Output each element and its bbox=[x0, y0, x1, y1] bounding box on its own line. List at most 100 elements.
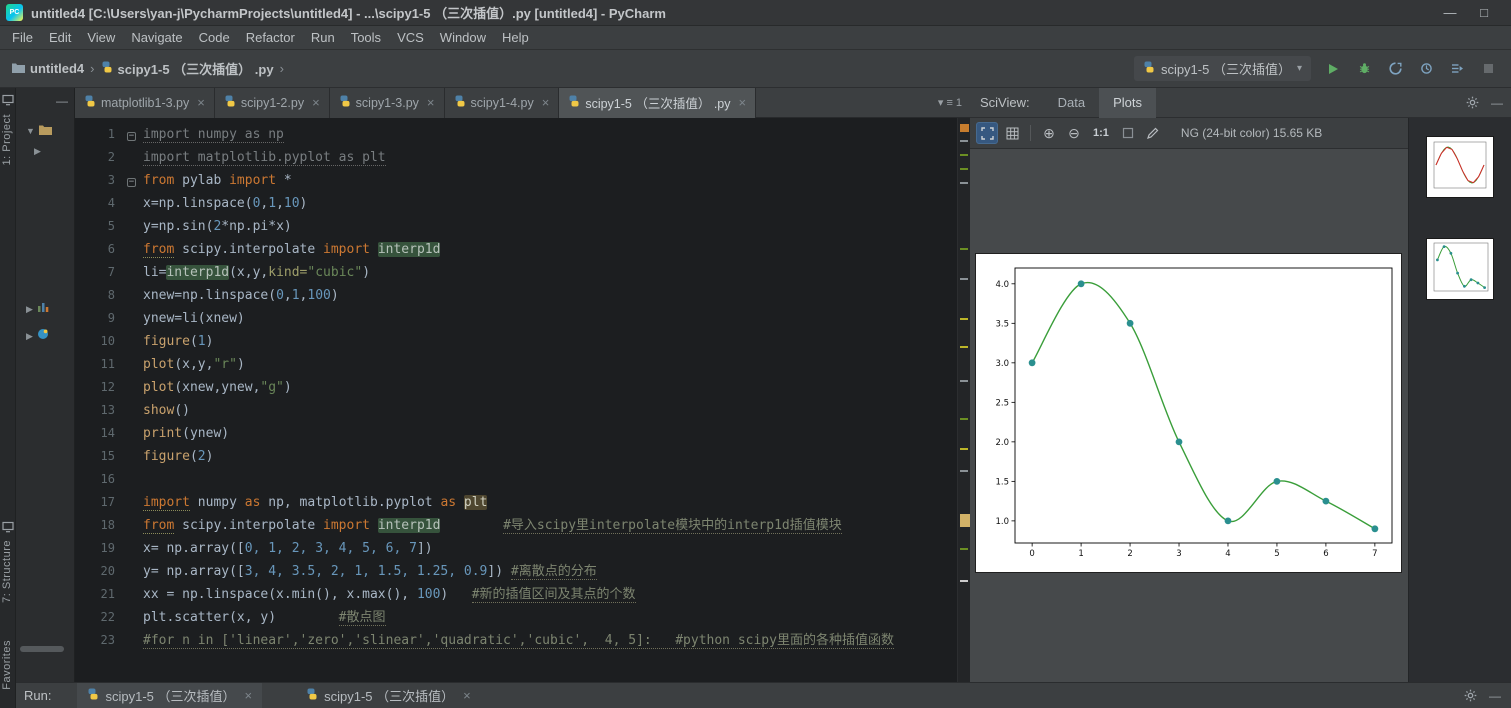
code-line[interactable]: 18from scipy.interpolate import interp1d… bbox=[75, 514, 957, 537]
scratches-node[interactable]: ▶ bbox=[26, 327, 49, 345]
code-line[interactable]: 8xnew=np.linspace(0,1,100) bbox=[75, 284, 957, 307]
close-icon[interactable]: × bbox=[245, 688, 253, 703]
toolwindow-favorites-label[interactable]: Favorites bbox=[1, 640, 15, 690]
code-line[interactable]: 4x=np.linspace(0,1,10) bbox=[75, 192, 957, 215]
code-line[interactable]: 2import matplotlib.pyplot as plt bbox=[75, 146, 957, 169]
fold-marker[interactable]: − bbox=[127, 178, 136, 187]
code-line[interactable]: 20y= np.array([3, 4, 3.5, 2, 1, 1.5, 1.2… bbox=[75, 560, 957, 583]
close-icon[interactable]: × bbox=[739, 95, 747, 110]
code-line[interactable]: 1−import numpy as np bbox=[75, 123, 957, 146]
code-line[interactable]: 9ynew=li(xnew) bbox=[75, 307, 957, 330]
thumbnail-figure-2[interactable] bbox=[1426, 238, 1494, 300]
editor-tab[interactable]: scipy1-2.py× bbox=[215, 88, 330, 118]
close-icon[interactable]: × bbox=[427, 95, 435, 110]
transparency-checker-button[interactable] bbox=[1117, 122, 1139, 144]
menu-item-vcs[interactable]: VCS bbox=[389, 28, 432, 47]
code-line[interactable]: 5y=np.sin(2*np.pi*x) bbox=[75, 215, 957, 238]
code-line[interactable]: 11plot(x,y,"r") bbox=[75, 353, 957, 376]
grid-view-button[interactable] bbox=[1001, 122, 1023, 144]
menu-item-file[interactable]: File bbox=[4, 28, 41, 47]
code-line[interactable]: 13show() bbox=[75, 399, 957, 422]
error-stripe[interactable] bbox=[957, 118, 970, 682]
code-editor[interactable]: 1−import numpy as np2import matplotlib.p… bbox=[75, 118, 970, 682]
maximize-button[interactable]: □ bbox=[1467, 5, 1501, 20]
zoom-out-button[interactable]: ⊖ bbox=[1063, 122, 1085, 144]
hidden-tabs-dropdown[interactable]: ▾ ≡ 1 bbox=[938, 96, 962, 109]
matplotlib-figure[interactable]: 012345671.01.52.02.53.03.54.0 bbox=[975, 253, 1402, 573]
coverage-button[interactable] bbox=[1386, 60, 1404, 78]
code-line[interactable]: 16 bbox=[75, 468, 957, 491]
menu-item-navigate[interactable]: Navigate bbox=[123, 28, 190, 47]
chevron-collapsed-icon[interactable]: ▶ bbox=[26, 331, 33, 342]
structure-toolwindow-icon[interactable] bbox=[2, 520, 14, 532]
menu-item-help[interactable]: Help bbox=[494, 28, 537, 47]
code-line[interactable]: 23#for n in ['linear','zero','slinear','… bbox=[75, 629, 957, 652]
zoom-in-button[interactable]: ⊕ bbox=[1038, 122, 1060, 144]
svg-text:2.0: 2.0 bbox=[995, 438, 1009, 448]
code-line[interactable]: 19x= np.array([0, 1, 2, 3, 4, 5, 6, 7]) bbox=[75, 537, 957, 560]
zoom-actual-size-button[interactable]: 1:1 bbox=[1093, 127, 1109, 139]
sciview-hide-button[interactable]: — bbox=[1491, 96, 1503, 110]
project-toolwindow-icon[interactable] bbox=[2, 93, 14, 105]
menu-item-tools[interactable]: Tools bbox=[343, 28, 389, 47]
chevron-collapsed-icon[interactable]: ▶ bbox=[26, 304, 33, 315]
code-line[interactable]: 14print(ynew) bbox=[75, 422, 957, 445]
run-tab[interactable]: scipy1-5 （三次插值）× bbox=[77, 683, 262, 708]
chevron-collapsed-icon[interactable]: ▶ bbox=[34, 146, 41, 157]
editor-tab[interactable]: scipy1-5 （三次插值） .py× bbox=[559, 88, 756, 118]
editor-tab[interactable]: scipy1-3.py× bbox=[330, 88, 445, 118]
menu-item-view[interactable]: View bbox=[79, 28, 123, 47]
code-line[interactable]: 15figure(2) bbox=[75, 445, 957, 468]
close-icon[interactable]: × bbox=[542, 95, 550, 110]
code-area[interactable]: 1−import numpy as np2import matplotlib.p… bbox=[75, 118, 957, 682]
run-tab[interactable]: scipy1-5 （三次插值）× bbox=[296, 683, 481, 708]
hide-project-panel-button[interactable]: — bbox=[56, 94, 68, 108]
breadcrumb-item[interactable]: scipy1-5 （三次插值） .py bbox=[101, 59, 274, 78]
project-child-node[interactable]: ▶ bbox=[34, 146, 41, 157]
debug-button[interactable] bbox=[1355, 60, 1373, 78]
menu-item-edit[interactable]: Edit bbox=[41, 28, 79, 47]
run-button[interactable] bbox=[1324, 60, 1342, 78]
code-line[interactable]: 21xx = np.linspace(x.min(), x.max(), 100… bbox=[75, 583, 957, 606]
edit-externally-button[interactable] bbox=[1142, 122, 1164, 144]
menu-item-code[interactable]: Code bbox=[191, 28, 238, 47]
thumbnail-figure-1[interactable] bbox=[1426, 136, 1494, 198]
run-panel-hide-button[interactable]: — bbox=[1489, 689, 1501, 703]
breadcrumb-item[interactable]: untitled4 bbox=[12, 60, 84, 78]
run-settings-gear-icon[interactable] bbox=[1464, 689, 1477, 702]
sciview-tab-plots[interactable]: Plots bbox=[1099, 88, 1156, 118]
profiler-button[interactable] bbox=[1417, 60, 1435, 78]
menu-item-window[interactable]: Window bbox=[432, 28, 494, 47]
toolwindow-structure-label[interactable]: 7: Structure bbox=[1, 540, 15, 603]
toolwindow-project-label[interactable]: 1: Project bbox=[1, 114, 15, 165]
project-folder-icon bbox=[39, 122, 52, 140]
menu-item-run[interactable]: Run bbox=[303, 28, 343, 47]
close-icon[interactable]: × bbox=[197, 95, 205, 110]
python-file-icon bbox=[224, 95, 236, 110]
fold-marker[interactable]: − bbox=[127, 132, 136, 141]
sciview-settings-gear-icon[interactable] bbox=[1466, 96, 1479, 109]
chevron-expanded-icon[interactable]: ▼ bbox=[26, 126, 35, 136]
menu-item-refactor[interactable]: Refactor bbox=[238, 28, 303, 47]
code-line[interactable]: 22plt.scatter(x, y) #散点图 bbox=[75, 606, 957, 629]
code-line[interactable]: 7li=interp1d(x,y,kind="cubic") bbox=[75, 261, 957, 284]
fit-to-window-button[interactable] bbox=[976, 122, 998, 144]
project-panel-scrollbar[interactable] bbox=[20, 646, 64, 652]
code-line[interactable]: 6from scipy.interpolate import interp1d bbox=[75, 238, 957, 261]
code-line[interactable]: 10figure(1) bbox=[75, 330, 957, 353]
close-icon[interactable]: × bbox=[312, 95, 320, 110]
editor-tab[interactable]: matplotlib1-3.py× bbox=[75, 88, 215, 118]
concurrency-diagram-button[interactable] bbox=[1448, 60, 1466, 78]
svg-text:4.0: 4.0 bbox=[995, 280, 1009, 290]
external-libraries-node[interactable]: ▶ bbox=[26, 300, 49, 318]
code-line[interactable]: 17import numpy as np, matplotlib.pyplot … bbox=[75, 491, 957, 514]
close-icon[interactable]: × bbox=[463, 688, 471, 703]
editor-tab[interactable]: scipy1-4.py× bbox=[445, 88, 560, 118]
run-config-selector[interactable]: scipy1-5 （三次插值） ▾ bbox=[1134, 56, 1311, 81]
sciview-tab-data[interactable]: Data bbox=[1044, 88, 1099, 118]
project-root-node[interactable]: ▼ bbox=[26, 122, 52, 140]
minimize-button[interactable]: — bbox=[1433, 5, 1467, 20]
code-line[interactable]: 3−from pylab import * bbox=[75, 169, 957, 192]
code-line[interactable]: 12plot(xnew,ynew,"g") bbox=[75, 376, 957, 399]
code-text: from scipy.interpolate import interp1d #… bbox=[143, 514, 842, 537]
